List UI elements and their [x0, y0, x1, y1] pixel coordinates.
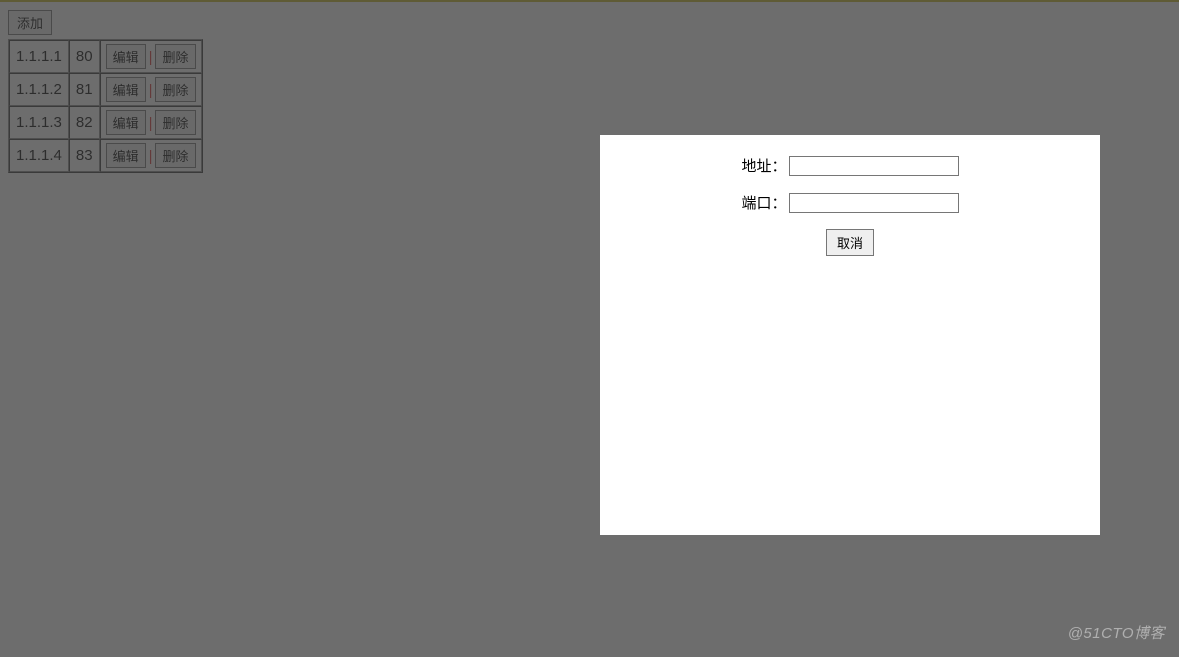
address-row: 地址：	[600, 155, 1100, 176]
address-label: 地址：	[741, 155, 786, 176]
modal-button-row: 取消	[600, 229, 1100, 256]
edit-modal: 地址： 端口： 取消	[600, 135, 1100, 535]
cancel-button[interactable]: 取消	[826, 229, 874, 256]
port-label: 端口：	[741, 192, 786, 213]
watermark-text: @51CTO博客	[1068, 622, 1165, 643]
address-input[interactable]	[789, 156, 959, 176]
port-row: 端口：	[600, 192, 1100, 213]
port-input[interactable]	[789, 193, 959, 213]
